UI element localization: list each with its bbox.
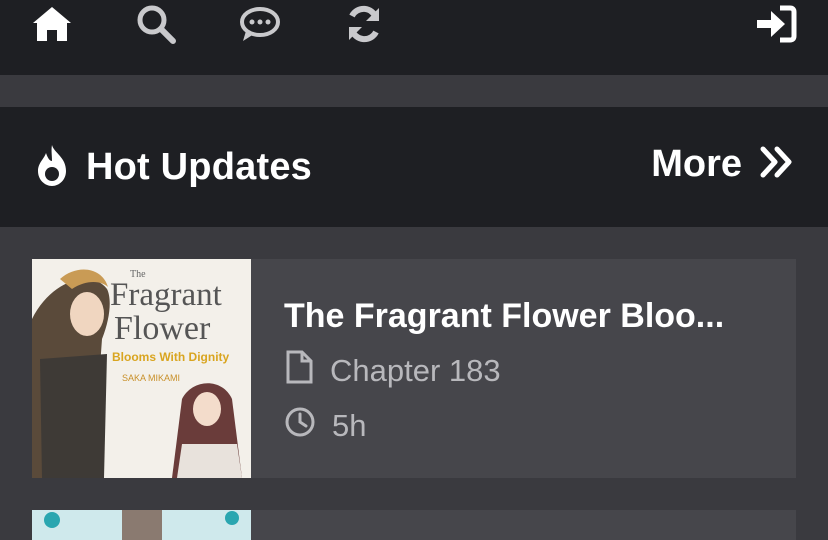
more-button[interactable]: More (651, 143, 794, 186)
home-icon[interactable] (30, 2, 74, 46)
cover-text-subtitle: Blooms With Dignity (112, 350, 230, 364)
section-header: Hot Updates More (0, 107, 828, 227)
manga-title[interactable]: The Fragrant Flower Bloo... (284, 297, 774, 336)
list-item[interactable] (32, 510, 796, 540)
chapter-row[interactable]: Chapter 183 (284, 350, 774, 392)
item-details: The Fragrant Flower Bloo... Chapter 183 (284, 297, 774, 446)
chapter-label: Chapter 183 (330, 353, 501, 388)
search-icon[interactable] (134, 2, 178, 46)
list-item[interactable]: The Fragrant Flower Blooms With Dignity … (32, 259, 796, 478)
section-title-group: Hot Updates (32, 143, 312, 192)
manga-cover-image: The Fragrant Flower Blooms With Dignity … (32, 259, 251, 478)
double-chevron-right-icon (760, 145, 794, 184)
cover-text-fragrant: Fragrant (110, 277, 222, 313)
sign-in-icon[interactable] (754, 2, 798, 46)
updates-list: The Fragrant Flower Blooms With Dignity … (0, 227, 828, 540)
time-label: 5h (332, 408, 367, 443)
manga-cover-image (32, 510, 251, 540)
file-icon (284, 350, 314, 392)
cover-text-author: SAKA MIKAMI (122, 373, 180, 383)
clock-icon (284, 406, 316, 446)
cover-text-flower: Flower (114, 310, 211, 347)
top-nav (0, 0, 828, 75)
more-label: More (651, 143, 742, 185)
divider-band (0, 75, 828, 107)
section-title: Hot Updates (86, 146, 312, 188)
refresh-icon[interactable] (342, 2, 386, 46)
chat-icon[interactable] (238, 2, 282, 46)
fire-icon (32, 143, 72, 192)
time-row: 5h (284, 406, 774, 446)
